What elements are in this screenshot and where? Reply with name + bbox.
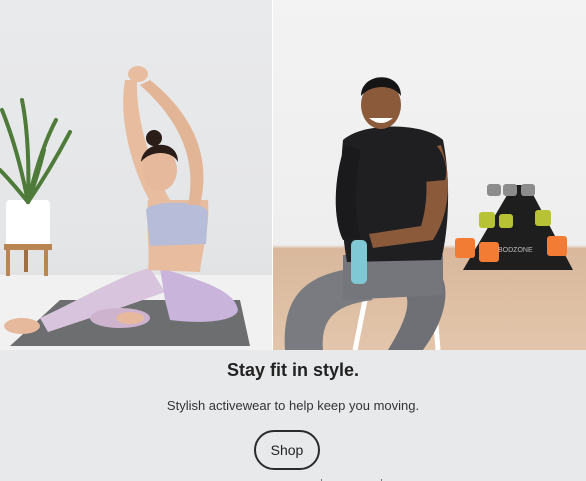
yoga-illustration xyxy=(0,66,272,350)
plant-stand xyxy=(4,200,52,276)
hero-image-banner[interactable]: BODZONE xyxy=(0,0,586,350)
dumbbell-rack: BODZONE xyxy=(455,184,573,270)
water-bottle xyxy=(351,240,367,284)
promo-section: Stay fit in style. Stylish activewear to… xyxy=(0,350,586,481)
plant-leaves xyxy=(0,98,72,204)
dumbbells-photo: BODZONE xyxy=(273,0,586,350)
rack-brand-label: BODZONE xyxy=(498,247,533,254)
promo-subtext: Stylish activewear to help keep you movi… xyxy=(166,398,420,413)
fitness-illustration: BODZONE xyxy=(284,77,573,350)
yoga-photo xyxy=(0,0,272,350)
promo-headline: Stay fit in style. xyxy=(226,360,360,380)
shop-button[interactable]: Shop xyxy=(254,430,320,470)
